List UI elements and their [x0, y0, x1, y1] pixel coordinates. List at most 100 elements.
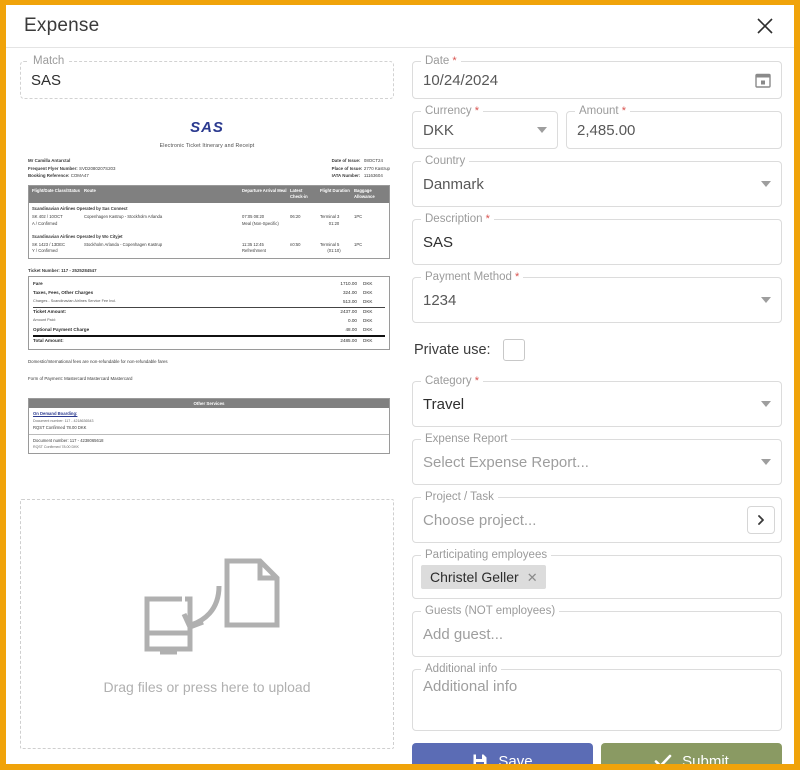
close-button[interactable]: [750, 11, 780, 41]
segment-meal: Meal (Non-Specific): [242, 221, 287, 228]
segment-operator: Scandinavian Airlines Operated by Wo Cit…: [29, 231, 389, 239]
receipt-issue-place-value: 2770 Kastrup: [364, 166, 390, 171]
receipt-fare-table: Fare 1710.00 DKK Taxes, Fees, Other Char…: [28, 276, 390, 350]
segment-flight: SK 402 / 10OCT: [32, 214, 81, 221]
fare-amount: 0.00: [327, 317, 363, 326]
chevron-down-icon[interactable]: [761, 401, 771, 407]
guests-field[interactable]: Guests (NOT employees) Add guest...: [412, 611, 782, 657]
description-field[interactable]: Description * SAS: [412, 219, 782, 265]
close-icon[interactable]: ✕: [527, 571, 538, 584]
choose-project-button[interactable]: [747, 506, 775, 534]
country-value: Danmark: [423, 176, 484, 193]
match-label: Match: [29, 54, 68, 68]
document-icon: [227, 561, 277, 625]
table-row: SK 402 / 10OCT A / Confirmed Copenhagen …: [29, 211, 389, 231]
segment-status: Y / Confirmed: [32, 248, 81, 255]
segment-meal: Refreshment: [242, 248, 287, 255]
table-row: SK 1423 / 13DEC Y / Confirmed Stockholm …: [29, 239, 389, 259]
fare-currency: DKK: [363, 289, 385, 298]
fare-amount: 2485.00: [327, 337, 363, 346]
receipt-booking-label: Booking Reference:: [28, 173, 69, 178]
fare-amount: 1710.00: [327, 280, 363, 289]
submit-button[interactable]: Submit: [601, 743, 782, 770]
expense-report-value: Select Expense Report...: [423, 454, 589, 471]
receipt-issue-date-value: 08OCT24: [364, 158, 383, 163]
col-checkin: Latest Check-in: [290, 188, 320, 201]
receipt-iata-value: 11163604: [364, 173, 383, 178]
private-use-row: Private use:: [414, 335, 782, 365]
project-task-field[interactable]: Project / Task Choose project...: [412, 497, 782, 543]
col-route: Route: [84, 188, 242, 201]
currency-field[interactable]: Currency * DKK: [412, 111, 558, 149]
description-label: Description *: [421, 212, 494, 226]
project-task-value: Choose project...: [423, 512, 536, 529]
page-title: Expense: [24, 15, 99, 37]
segment-duration: 01:20: [320, 221, 351, 228]
expense-report-field[interactable]: Expense Report Select Expense Report...: [412, 439, 782, 485]
save-button[interactable]: Save: [412, 743, 593, 770]
receipt-booking-value: COMA47: [71, 173, 89, 178]
segment-baggage: 1PC: [354, 242, 386, 256]
segment-terminal: Terminal 3: [320, 214, 351, 221]
other-service-confirm: RQST Confirmed 78.00 DKK: [33, 424, 385, 432]
fare-amount: 513.00: [327, 298, 363, 307]
guests-label: Guests (NOT employees): [421, 604, 559, 618]
country-field[interactable]: Country Danmark: [412, 161, 782, 207]
receipt-other-services: Other Services On Demand Boarding: Docum…: [28, 398, 390, 454]
project-task-label: Project / Task: [421, 490, 498, 504]
save-icon: [472, 753, 488, 769]
additional-info-field[interactable]: Additional info Additional info: [412, 669, 782, 731]
chevron-down-icon[interactable]: [761, 297, 771, 303]
private-use-checkbox[interactable]: [503, 339, 525, 361]
submit-button-label: Submit: [682, 753, 729, 770]
fare-name: Charges - Scandinavian Airlines Service …: [33, 298, 327, 307]
fare-currency: DKK: [363, 337, 385, 346]
expense-form: Date * 10/24/2024 Currency * DKK: [404, 48, 794, 764]
payment-method-field[interactable]: Payment Method * 1234: [412, 277, 782, 323]
fare-row: Amount Paid: 0.00 DKK: [33, 317, 385, 326]
currency-label: Currency *: [421, 104, 483, 118]
employee-chip[interactable]: Christel Geller ✕: [421, 565, 546, 589]
chevron-down-icon[interactable]: [537, 127, 547, 133]
receipt-payment-form: Form of Payment: Mastercard Mastercard M…: [28, 374, 390, 384]
other-service-doc-value: 117 - 4218636543: [65, 419, 94, 423]
date-label: Date *: [421, 54, 461, 68]
segment-flight: SK 1423 / 13DEC: [32, 242, 81, 249]
category-label: Category *: [421, 374, 483, 388]
fare-name: Taxes, Fees, Other Charges: [33, 289, 327, 298]
segment-checkin: n0:50: [290, 242, 320, 256]
participating-employees-field[interactable]: Participating employees Christel Geller …: [412, 555, 782, 599]
fare-amount: 324.00: [327, 289, 363, 298]
participating-employees-label: Participating employees: [421, 548, 551, 562]
fare-amount: 48.00: [327, 326, 363, 335]
receipt-preview[interactable]: SAS Electronic Ticket Itinerary and Rece…: [20, 111, 394, 493]
chevron-down-icon[interactable]: [761, 459, 771, 465]
match-field[interactable]: Match SAS: [20, 61, 394, 99]
amount-field[interactable]: Amount * 2,485.00: [566, 111, 782, 149]
amount-value: 2,485.00: [577, 122, 635, 139]
fare-name: Total Amount:: [33, 337, 327, 346]
ticket-number-label: Ticket Number:: [28, 268, 60, 273]
expense-dialog: Expense Match SAS SAS Electronic Ticket …: [0, 0, 800, 770]
col-duration: Flight Duration: [320, 188, 354, 201]
monitor-icon: [147, 599, 190, 652]
segment-status: A / Confirmed: [32, 221, 81, 228]
date-field[interactable]: Date * 10/24/2024: [412, 61, 782, 99]
other-service-doc-label: Document number:: [33, 419, 64, 423]
other-service-doc-value: 117 - 4238065618: [70, 438, 104, 443]
category-field[interactable]: Category * Travel: [412, 381, 782, 427]
fare-name: Ticket Amount:: [33, 308, 327, 317]
match-value: SAS: [31, 72, 61, 89]
receipt-subtitle: Electronic Ticket Itinerary and Receipt: [20, 143, 394, 149]
form-actions: Save Submit: [412, 743, 782, 770]
receipt-iata-label: IATA Number:: [332, 172, 363, 180]
chevron-down-icon[interactable]: [761, 181, 771, 187]
calendar-icon[interactable]: [755, 72, 771, 88]
file-upload-dropzone[interactable]: Drag files or press here to upload: [20, 499, 394, 749]
additional-info-label: Additional info: [421, 662, 501, 676]
amount-label: Amount *: [575, 104, 630, 118]
employee-chip-label: Christel Geller: [430, 569, 519, 585]
col-baggage: Baggage Allowance: [354, 188, 386, 201]
receipt-passenger: Mr Camilla Antarctal: [28, 158, 70, 163]
dropzone-label: Drag files or press here to upload: [104, 679, 311, 695]
